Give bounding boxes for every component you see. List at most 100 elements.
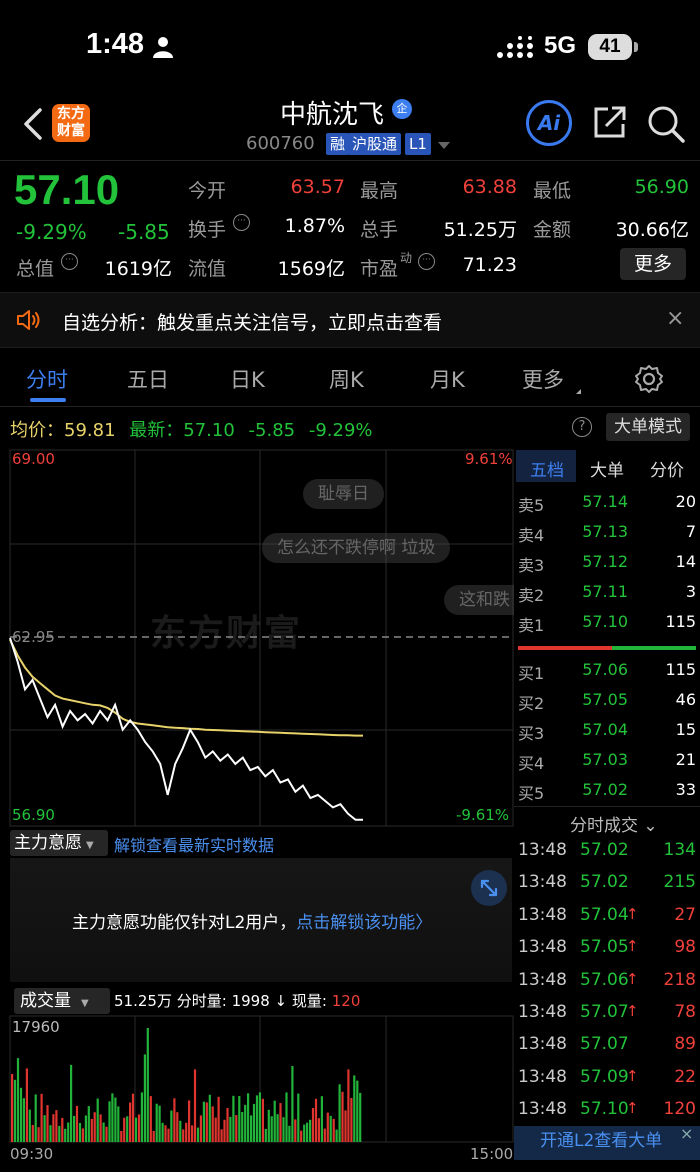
volume-bar xyxy=(279,1103,282,1142)
volume-bar xyxy=(25,1068,28,1142)
down-arrow-icon: ↓ xyxy=(274,992,288,1010)
search-icon[interactable] xyxy=(646,104,686,144)
volume-bar xyxy=(123,1117,126,1142)
l2-upgrade-banner[interactable]: 开通L2查看大单 xyxy=(514,1126,700,1160)
volume-bar xyxy=(170,1110,173,1142)
volume-value: 51.25万 xyxy=(443,219,517,241)
volume-bar xyxy=(117,1106,120,1142)
volume-bar xyxy=(347,1069,350,1142)
volume-bar xyxy=(43,1115,46,1142)
battery-tip xyxy=(634,42,638,52)
active-tab-underline xyxy=(30,398,66,402)
volume-bar xyxy=(93,1112,96,1142)
intraday-chart xyxy=(9,449,514,827)
volume-dropdown[interactable]: 成交量 ▼ xyxy=(14,988,110,1014)
float-value: 1569亿 xyxy=(277,258,345,280)
volume-bar xyxy=(311,1108,315,1142)
chart-y-top-label: 69.00 xyxy=(12,450,55,468)
status-time: 1:48 xyxy=(86,28,145,60)
volume-bar xyxy=(28,1109,31,1142)
tick-up-arrow-icon: ↑ xyxy=(626,1002,639,1020)
tick-time: 13:48 xyxy=(518,1034,567,1055)
ask-row-1: 卖1 57.10 115 xyxy=(518,612,696,635)
bullet-comment: 耻辱日 xyxy=(303,479,384,509)
volume-bar xyxy=(164,1125,167,1142)
volume-bar xyxy=(49,1125,52,1142)
volume-bar xyxy=(120,1131,123,1142)
volume-bar xyxy=(258,1092,261,1142)
tick-volume: 22 xyxy=(674,1066,696,1087)
pe-info-icon[interactable]: ··· xyxy=(418,253,435,270)
code-dropdown-icon[interactable] xyxy=(438,142,450,149)
volume-bar xyxy=(232,1095,235,1142)
tick-time: 13:48 xyxy=(518,1099,567,1120)
volume-bar xyxy=(70,1064,73,1142)
share-icon[interactable] xyxy=(592,104,628,140)
expand-icon[interactable] xyxy=(471,870,507,906)
volume-bar xyxy=(264,1129,267,1142)
more-button[interactable]: 更多 xyxy=(620,248,686,280)
volume-bar xyxy=(22,1098,25,1142)
volume-bar xyxy=(332,1118,335,1142)
volume-bar xyxy=(196,1127,200,1142)
volume-bar xyxy=(235,1115,238,1142)
tick-trade-row: 13:48 57.02 134 xyxy=(518,836,696,868)
tab-weekly-k[interactable]: 周K xyxy=(329,364,364,394)
app-logo: 东方 财富 xyxy=(52,104,90,142)
tick-volume: 215 xyxy=(663,872,696,893)
tab-five-day[interactable]: 五日 xyxy=(127,364,169,394)
unlock-feature-link[interactable]: 点击解锁该功能〉 xyxy=(296,913,432,933)
bid-row-1: 买1 57.06 115 xyxy=(518,660,696,683)
low-label: 最低 xyxy=(533,180,572,202)
volume-bar xyxy=(261,1098,264,1142)
level-tag: L1 xyxy=(405,133,431,155)
chart-y-bottom-label: 56.90 xyxy=(12,806,55,824)
help-icon[interactable]: ? xyxy=(572,417,592,437)
turnover-info-icon[interactable]: ··· xyxy=(233,214,250,231)
tabs-divider xyxy=(0,406,700,407)
tick-price: 57.02 xyxy=(580,840,629,860)
unlock-realtime-link[interactable]: 解锁查看最新实时数据 xyxy=(114,832,274,856)
volume-bar xyxy=(131,1093,135,1142)
big-order-mode-button[interactable]: 大单模式 xyxy=(606,413,690,441)
volume-bar xyxy=(137,1114,141,1142)
tab-daily-k[interactable]: 日K xyxy=(230,364,265,394)
mktcap-info-icon[interactable]: ··· xyxy=(61,253,78,270)
banner-text[interactable]: 自选分析：触发重点关注信号，立即点击查看 xyxy=(62,308,442,335)
l2-banner-close-button[interactable]: × xyxy=(680,1124,693,1143)
tab-monthly-k[interactable]: 月K xyxy=(430,364,465,394)
amount-label: 金额 xyxy=(533,219,572,241)
tick-trades-title[interactable]: 分时成交 ⌄ xyxy=(570,811,658,836)
chart-pct-bottom-label: -9.61% xyxy=(456,806,510,824)
volume-bar xyxy=(134,1117,138,1142)
volume-bar xyxy=(288,1125,291,1142)
tick-price: 57.02 xyxy=(580,872,629,893)
tab-price-distribution[interactable]: 分价 xyxy=(650,456,684,481)
tab-more[interactable]: 更多 xyxy=(522,364,564,394)
main-force-dropdown[interactable]: 主力意愿 ▼ xyxy=(10,830,108,856)
high-value: 63.88 xyxy=(462,176,517,198)
tab-intraday[interactable]: 分时 xyxy=(26,364,68,394)
volume-bar xyxy=(37,1127,40,1142)
gear-icon[interactable] xyxy=(634,364,664,394)
tick-trade-row: 13:48 57.09 ↑ 22 xyxy=(518,1063,696,1095)
tick-up-arrow-icon: ↑ xyxy=(626,1099,639,1118)
tab-five-levels[interactable]: 五档 xyxy=(530,456,564,481)
volume-bar xyxy=(267,1109,270,1142)
tab-big-orders[interactable]: 大单 xyxy=(590,456,624,481)
back-arrow-icon[interactable] xyxy=(20,106,46,142)
banner-close-button[interactable]: × xyxy=(666,306,684,331)
volume-bar xyxy=(140,1092,143,1142)
ai-button[interactable]: Ai xyxy=(526,100,572,146)
stock-name: 中航沈飞 xyxy=(280,100,385,130)
tick-time: 13:48 xyxy=(518,904,567,925)
latest-price-value: 57.10 xyxy=(183,420,235,441)
volume-bar xyxy=(179,1120,182,1142)
tick-time: 13:48 xyxy=(518,969,567,990)
volume-bar xyxy=(282,1117,285,1142)
volume-bar xyxy=(105,1126,108,1142)
volume-bar xyxy=(306,1122,309,1142)
volume-bar xyxy=(108,1101,111,1142)
volume-bar xyxy=(294,1119,297,1142)
mktcap-label: 总值 xyxy=(16,258,55,280)
